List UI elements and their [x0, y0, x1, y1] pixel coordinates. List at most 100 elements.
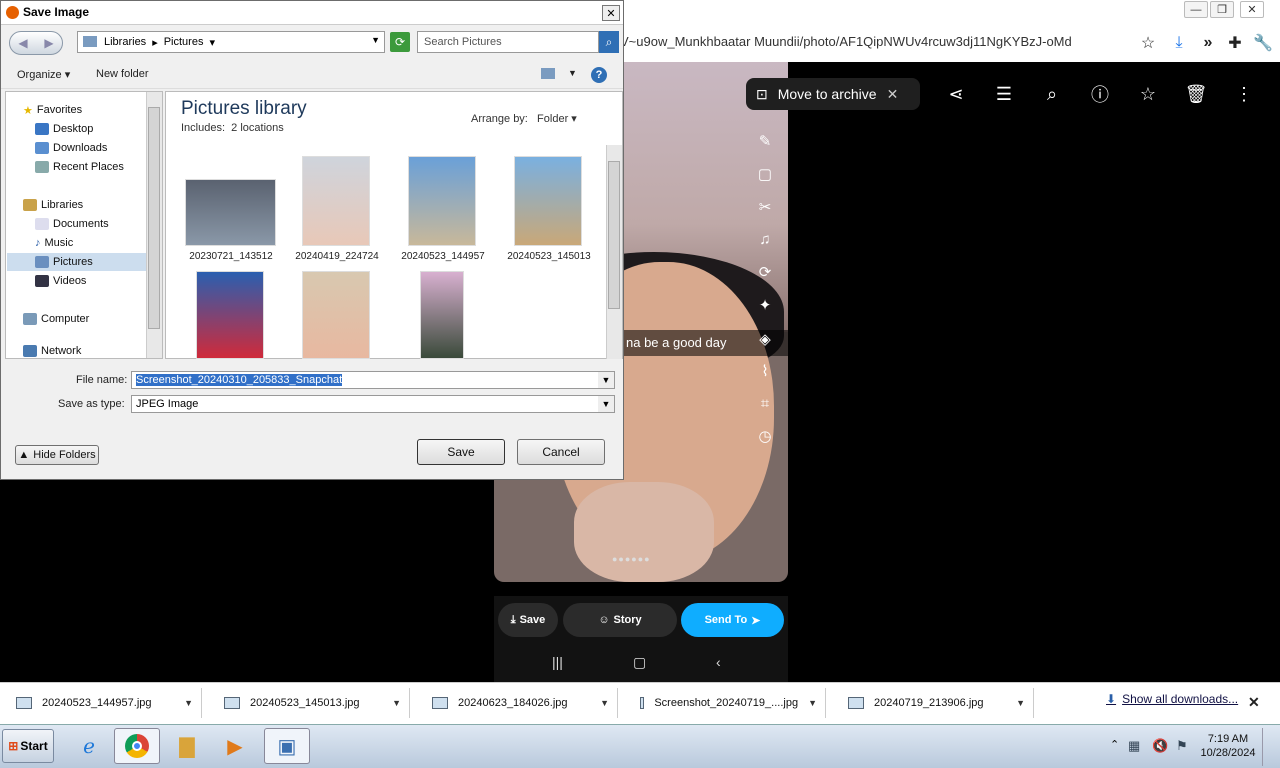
save-button[interactable]: Save — [417, 439, 505, 465]
libraries-icon — [23, 199, 37, 211]
includes-info[interactable]: Includes: 2 locations — [181, 122, 284, 134]
nav-libraries[interactable]: Libraries — [23, 196, 153, 214]
chevron-down-icon[interactable]: ▼ — [808, 698, 817, 708]
nav-computer[interactable]: Computer — [23, 310, 153, 328]
show-desktop-button[interactable] — [1262, 728, 1278, 766]
close-downloads-bar-icon[interactable]: ✕ — [1248, 694, 1260, 711]
close-icon[interactable]: ✕ — [887, 86, 899, 103]
file-label[interactable]: 20240523_144957 — [393, 251, 493, 262]
edit-sliders-icon[interactable]: ☰ — [992, 82, 1016, 106]
file-thumbnail[interactable] — [185, 179, 276, 246]
favorite-star-icon[interactable]: ☆ — [1136, 82, 1160, 106]
arrange-by[interactable]: Arrange by: Folder ▾ — [471, 112, 577, 125]
file-name-dropdown-icon[interactable]: ▼ — [598, 372, 614, 388]
file-name-input[interactable]: Screenshot_20240310_205833_Snapchat — [131, 371, 615, 389]
bookmark-star-icon[interactable]: ☆ — [1137, 32, 1159, 54]
organize-menu[interactable]: Organize ▾ — [17, 68, 70, 81]
chrome-icon[interactable] — [114, 728, 160, 764]
breadcrumb[interactable]: Libraries ▸ Pictures ▾ ▼ — [77, 31, 385, 53]
move-to-archive-chip[interactable]: ⊡ Move to archive ✕ — [746, 78, 920, 110]
file-thumbnail[interactable] — [196, 271, 264, 359]
file-label[interactable]: 20240419_224724 — [287, 251, 387, 262]
wrench-menu-icon[interactable]: 🔧 — [1252, 32, 1274, 54]
zoom-icon[interactable]: ⌕ — [1040, 82, 1064, 106]
action-center-flag-icon[interactable]: ⚑ — [1176, 738, 1188, 754]
windows-logo-icon: ⊞ — [8, 739, 19, 753]
chevron-down-icon[interactable]: ▼ — [392, 698, 401, 708]
image-file-icon — [848, 697, 864, 709]
home-icon: ▢ — [633, 654, 647, 670]
file-thumbnail[interactable] — [302, 156, 370, 246]
save-type-select[interactable]: JPEG Image — [131, 395, 615, 413]
file-list-scroll-thumb[interactable] — [608, 161, 620, 309]
view-icon[interactable] — [541, 68, 555, 79]
snap-send-button[interactable]: Send To ➤ — [681, 603, 784, 637]
address-dropdown-icon[interactable]: ▼ — [371, 35, 380, 45]
download-item[interactable]: Screenshot_20240719_....jpg ▼ — [628, 688, 826, 718]
delete-trash-icon[interactable]: 🗑 — [1184, 82, 1208, 106]
nav-pictures[interactable]: Pictures — [7, 253, 147, 271]
minimize-button[interactable]: — — [1184, 1, 1208, 18]
pictures-icon — [35, 256, 49, 268]
breadcrumb-libraries[interactable]: Libraries — [104, 36, 146, 48]
internet-explorer-icon[interactable]: ℯ — [66, 728, 112, 764]
share-icon[interactable]: ⋖ — [944, 82, 968, 106]
download-item[interactable]: 20240523_145013.jpg ▼ — [212, 688, 410, 718]
file-thumbnail[interactable] — [514, 156, 582, 246]
chevron-down-icon[interactable]: ▼ — [184, 698, 193, 708]
puzzle-extension-icon[interactable]: ✚ — [1224, 32, 1246, 54]
close-window-button[interactable]: ✕ — [1240, 1, 1264, 18]
file-label[interactable]: 20240523_145013 — [499, 251, 599, 262]
clock-time: 7:19 AM — [1207, 733, 1249, 745]
dialog-close-button[interactable]: ✕ — [602, 5, 620, 21]
back-icon: ‹ — [716, 654, 721, 670]
more-extensions-icon[interactable]: » — [1197, 32, 1219, 54]
restore-button[interactable]: ❐ — [1210, 1, 1234, 18]
download-item[interactable]: 20240623_184026.jpg ▼ — [420, 688, 618, 718]
address-bar-url[interactable]: V~u9ow_Munkhbaatar Muundii/photo/AF1QipN… — [620, 30, 1130, 54]
pagination-dots: ●●●●●● — [612, 554, 651, 564]
snap-save-button[interactable]: ⤓ Save — [498, 603, 558, 637]
clock[interactable]: 7:19 AM 10/28/2024 — [1196, 732, 1260, 760]
image-file-icon — [16, 697, 32, 709]
file-thumbnail[interactable] — [420, 271, 464, 359]
new-folder-button[interactable]: New folder — [96, 68, 149, 80]
more-options-icon[interactable]: ⋮ — [1232, 82, 1256, 106]
save-type-dropdown-icon[interactable]: ▼ — [598, 396, 614, 412]
hide-folders-button[interactable]: ▲ Hide Folders — [15, 445, 99, 465]
back-forward-buttons[interactable]: ◀ ▶ — [9, 31, 63, 55]
network-tray-icon[interactable]: ▦ — [1128, 738, 1140, 754]
search-icon[interactable]: ⌕ — [599, 31, 619, 53]
nav-network[interactable]: Network — [23, 345, 153, 357]
download-item[interactable]: 20240719_213906.jpg ▼ — [836, 688, 1034, 718]
view-dropdown-icon[interactable]: ▼ — [568, 68, 577, 78]
image-file-icon — [432, 697, 448, 709]
search-input[interactable]: Search Pictures — [417, 31, 599, 53]
download-item[interactable]: 20240523_144957.jpg ▼ — [4, 688, 202, 718]
file-label[interactable]: 20230721_143512 — [181, 251, 281, 262]
refresh-icon[interactable]: ⟳ — [390, 32, 410, 52]
file-thumbnail[interactable] — [408, 156, 476, 246]
chevron-up-icon: ▲ — [18, 449, 30, 461]
help-icon[interactable]: ? — [591, 67, 607, 83]
cancel-button[interactable]: Cancel — [517, 439, 605, 465]
remote-desktop-icon[interactable]: ▣ — [264, 728, 310, 764]
chevron-down-icon[interactable]: ▼ — [1016, 698, 1025, 708]
show-hidden-icons[interactable]: ⌃ — [1110, 738, 1119, 751]
forward-arrow-icon[interactable]: ▶ — [44, 36, 53, 50]
start-button[interactable]: ⊞ Start — [2, 729, 54, 763]
show-all-downloads-link[interactable]: ⬇ Show all downloads... — [1106, 692, 1238, 706]
file-thumbnail[interactable] — [302, 271, 370, 359]
media-player-icon[interactable]: ▶ — [212, 728, 258, 764]
info-icon[interactable]: ⓘ — [1088, 82, 1112, 106]
download-icon[interactable]: ⤓ — [1168, 32, 1190, 54]
chevron-down-icon[interactable]: ▼ — [600, 698, 609, 708]
breadcrumb-pictures[interactable]: Pictures — [164, 36, 204, 48]
file-explorer-icon[interactable]: ▇ — [164, 728, 210, 764]
nav-favorites[interactable]: ★ Favorites — [23, 101, 153, 119]
folder-tree-scroll-thumb[interactable] — [148, 107, 160, 329]
paperclip-icon: ⌇ — [761, 363, 769, 380]
snap-story-button[interactable]: ☺ Story — [563, 603, 677, 637]
volume-muted-icon[interactable]: 🔇 — [1152, 738, 1168, 754]
back-arrow-icon[interactable]: ◀ — [18, 36, 27, 50]
